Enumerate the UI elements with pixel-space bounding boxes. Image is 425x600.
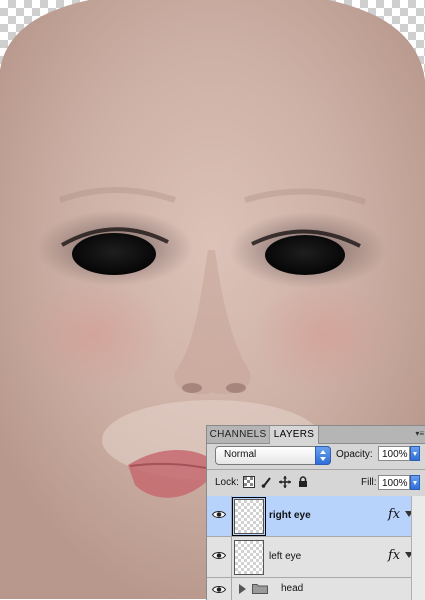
layers-list: right eye fx left eye fx head [207, 496, 425, 600]
lock-all-icon[interactable] [297, 476, 309, 488]
opacity-dropdown-icon[interactable] [410, 446, 420, 461]
visibility-toggle[interactable] [207, 578, 232, 600]
tab-channels[interactable]: CHANNELS [207, 426, 270, 443]
layer-name[interactable]: left eye [269, 551, 301, 562]
blend-mode-arrow-icon [315, 446, 331, 465]
eye-icon [212, 552, 226, 559]
layer-thumbnail[interactable] [234, 540, 264, 575]
lock-transparent-pixels-icon[interactable] [243, 476, 255, 488]
expand-group-icon[interactable] [239, 584, 246, 594]
layer-row-head[interactable]: head [207, 578, 411, 600]
fx-icon[interactable]: fx [388, 507, 400, 522]
layers-panel: CHANNELS LAYERS ▾≡ Normal Opacity: 100% … [206, 425, 425, 600]
fill-label: Fill: [361, 477, 377, 488]
opacity-field[interactable]: 100% [378, 446, 410, 461]
lock-position-icon[interactable] [279, 476, 291, 488]
panel-menu-icon[interactable]: ▾≡ [415, 429, 424, 438]
lock-image-pixels-icon[interactable] [261, 476, 273, 488]
blend-mode-value: Normal [224, 449, 257, 460]
folder-icon [252, 584, 268, 594]
visibility-toggle[interactable] [207, 537, 232, 577]
fill-dropdown-icon[interactable] [410, 475, 420, 490]
fill-field[interactable]: 100% [378, 475, 410, 490]
layer-row-right-eye[interactable]: right eye fx [207, 496, 413, 537]
tab-layers[interactable]: LAYERS [270, 426, 319, 444]
eye-icon [212, 586, 226, 593]
divider [207, 469, 425, 470]
fx-icon[interactable]: fx [388, 548, 400, 563]
layer-thumbnail[interactable] [232, 497, 266, 536]
visibility-toggle[interactable] [207, 496, 232, 536]
layers-scrollbar[interactable] [411, 496, 425, 600]
layer-row-left-eye[interactable]: left eye fx [207, 537, 413, 578]
opacity-label: Opacity: [336, 449, 373, 460]
blend-mode-select[interactable]: Normal [215, 446, 331, 465]
layer-name[interactable]: right eye [269, 510, 311, 521]
eye-icon [212, 511, 226, 518]
panel-tab-bar: CHANNELS LAYERS ▾≡ [207, 426, 425, 444]
lock-label: Lock: [215, 477, 239, 488]
layer-name[interactable]: head [281, 583, 303, 594]
